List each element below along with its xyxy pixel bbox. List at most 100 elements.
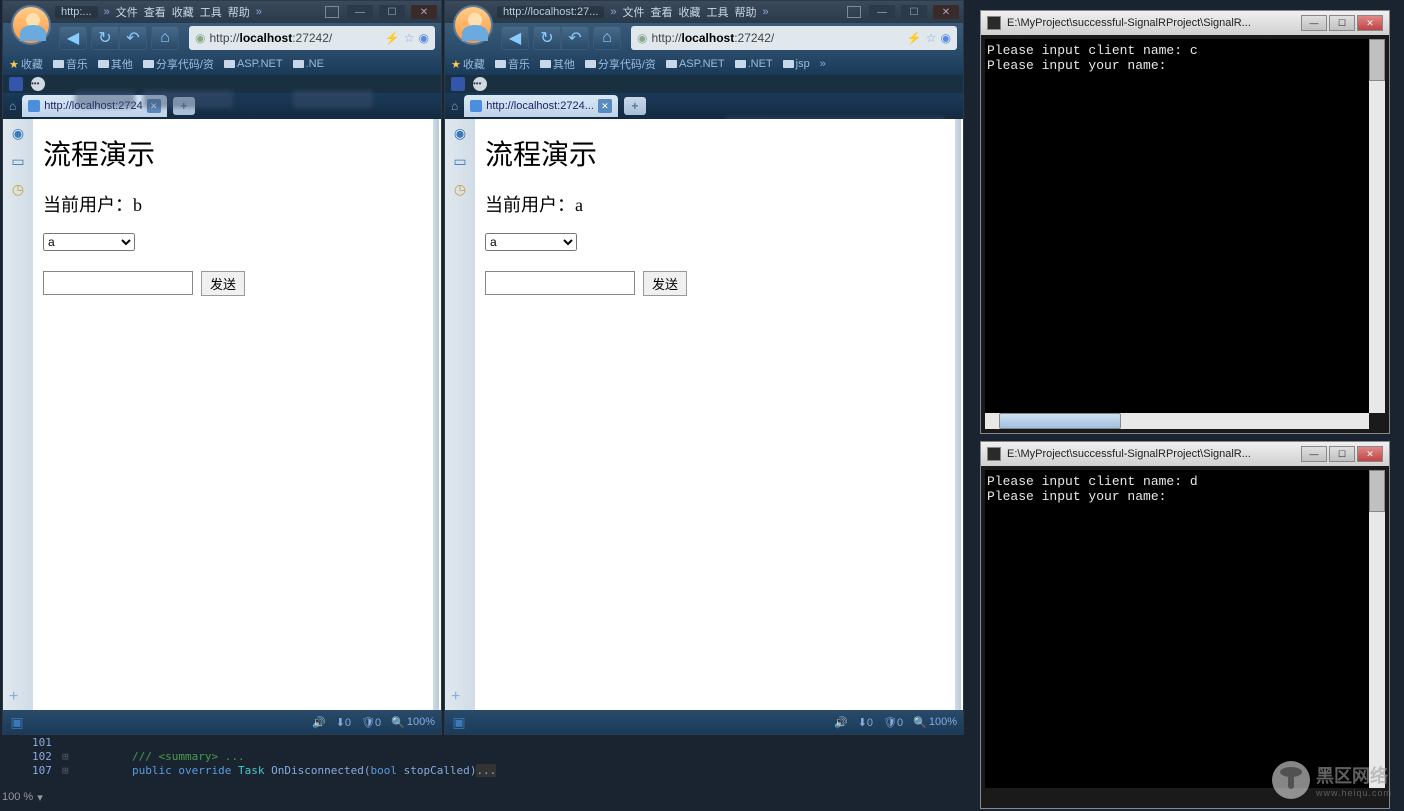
menu-file[interactable]: 文件 [116, 4, 138, 20]
bookmark-other[interactable]: 其他 [98, 56, 133, 72]
clock-icon[interactable]: ◷ [10, 181, 26, 197]
close-button[interactable]: ✕ [411, 5, 437, 19]
phone-icon[interactable]: ▭ [452, 153, 468, 169]
window-popup-icon[interactable] [847, 6, 861, 18]
scrollbar[interactable] [955, 119, 961, 710]
send-button[interactable]: 发送 [201, 271, 245, 296]
address-bar[interactable]: ◉ http://localhost:27242/ ⚡ ☆ ◉ [631, 26, 957, 50]
user-select[interactable]: a [43, 233, 135, 251]
bookmark-aspnet[interactable]: ASP.NET [224, 58, 283, 70]
window-popup-icon[interactable] [325, 6, 339, 18]
lightning-icon[interactable]: ⚡ [385, 31, 400, 45]
tab-active[interactable]: http://localhost:2724... ✕ [464, 95, 618, 117]
shield-badge[interactable]: 🛡0 [361, 716, 381, 729]
gear-icon[interactable]: ◉ [419, 31, 429, 45]
download-badge[interactable]: ⬇0 [858, 716, 873, 729]
download-badge[interactable]: ⬇0 [336, 716, 351, 729]
menu-view[interactable]: 查看 [144, 4, 166, 20]
vs-icon[interactable] [451, 77, 465, 91]
maximize-button[interactable]: ☐ [1329, 446, 1355, 462]
star-icon[interactable]: ☆ [404, 31, 415, 45]
refresh-button[interactable]: ↻ [91, 26, 119, 50]
home-icon[interactable]: ⌂ [451, 99, 458, 113]
menu-file[interactable]: 文件 [623, 4, 645, 20]
lightning-icon[interactable]: ⚡ [907, 31, 922, 45]
more-icon[interactable] [31, 77, 45, 91]
more-icon[interactable] [473, 77, 487, 91]
avatar-icon[interactable] [11, 5, 51, 45]
maximize-button[interactable]: ☐ [379, 5, 405, 19]
home-icon[interactable]: ⌂ [9, 99, 16, 113]
bookmark-fav[interactable]: ★收藏 [451, 56, 485, 72]
back-button[interactable]: ◀ [501, 26, 529, 50]
user-select[interactable]: a [485, 233, 577, 251]
vertical-scrollbar[interactable] [1369, 39, 1385, 413]
zoom-label[interactable]: 🔍100% [913, 716, 957, 729]
menu-tools[interactable]: 工具 [707, 4, 729, 20]
address-bar[interactable]: ◉ http://localhost:27242/ ⚡ ☆ ◉ [189, 26, 435, 50]
bookmark-music[interactable]: 音乐 [53, 56, 88, 72]
star-icon[interactable]: ☆ [926, 31, 937, 45]
chevron-right-icon[interactable]: » [104, 6, 110, 18]
chevron-right-icon[interactable]: » [256, 6, 262, 18]
menu-tools[interactable]: 工具 [200, 4, 222, 20]
bookmark-other[interactable]: 其他 [540, 56, 575, 72]
tab-close-icon[interactable]: ✕ [598, 99, 612, 113]
target-icon[interactable]: ◉ [10, 125, 26, 141]
menu-help[interactable]: 帮助 [735, 4, 757, 20]
shield-badge[interactable]: 🛡0 [883, 716, 903, 729]
message-input[interactable] [485, 271, 635, 295]
bookmark-aspnet[interactable]: ASP.NET [666, 58, 725, 70]
send-button[interactable]: 发送 [643, 271, 687, 296]
home-button[interactable]: ⌂ [151, 26, 179, 50]
new-tab-button[interactable]: + [624, 97, 646, 115]
home-button[interactable]: ⌂ [593, 26, 621, 50]
bookmark-share[interactable]: 分享代码/资 [585, 56, 656, 72]
vertical-scrollbar[interactable] [1369, 470, 1385, 788]
undo-button[interactable]: ↶ [119, 26, 147, 50]
back-button[interactable]: ◀ [59, 26, 87, 50]
bookmark-share[interactable]: 分享代码/资 [143, 56, 214, 72]
bookmark-jsp[interactable]: jsp [783, 58, 810, 70]
zoom-indicator[interactable]: 100 %▾ [2, 788, 43, 806]
minimize-button[interactable]: — [869, 5, 895, 19]
menu-fav[interactable]: 收藏 [172, 4, 194, 20]
bookmark-music[interactable]: 音乐 [495, 56, 530, 72]
minimize-button[interactable]: — [1301, 446, 1327, 462]
menu-view[interactable]: 查看 [651, 4, 673, 20]
horizontal-scrollbar[interactable] [985, 413, 1369, 429]
bookmark-net[interactable]: .NET [735, 58, 773, 70]
bookmark-net[interactable]: .NE [293, 58, 324, 70]
add-panel-icon[interactable]: + [9, 688, 18, 706]
app-icon[interactable]: ▣ [451, 714, 467, 730]
chevron-right-icon[interactable]: » [610, 6, 616, 18]
close-button[interactable]: ✕ [1357, 446, 1383, 462]
avatar-icon[interactable] [453, 5, 493, 45]
bookmark-fav[interactable]: ★收藏 [9, 56, 43, 72]
fold-gutter[interactable]: ⊞⊞ [62, 736, 69, 778]
message-input[interactable] [43, 271, 193, 295]
add-panel-icon[interactable]: + [451, 688, 460, 706]
phone-icon[interactable]: ▭ [10, 153, 26, 169]
close-button[interactable]: ✕ [1357, 15, 1383, 31]
refresh-button[interactable]: ↻ [533, 26, 561, 50]
target-icon[interactable]: ◉ [452, 125, 468, 141]
clock-icon[interactable]: ◷ [452, 181, 468, 197]
sound-icon[interactable]: 🔊 [834, 716, 848, 729]
undo-button[interactable]: ↶ [561, 26, 589, 50]
scrollbar[interactable] [433, 119, 439, 710]
zoom-label[interactable]: 🔍100% [391, 716, 435, 729]
close-button[interactable]: ✕ [933, 5, 959, 19]
menu-help[interactable]: 帮助 [228, 4, 250, 20]
chevron-right-icon[interactable]: » [763, 6, 769, 18]
menu-fav[interactable]: 收藏 [679, 4, 701, 20]
maximize-button[interactable]: ☐ [901, 5, 927, 19]
vs-icon[interactable] [9, 77, 23, 91]
minimize-button[interactable]: — [1301, 15, 1327, 31]
app-icon[interactable]: ▣ [9, 714, 25, 730]
minimize-button[interactable]: — [347, 5, 373, 19]
maximize-button[interactable]: ☐ [1329, 15, 1355, 31]
chevron-right-icon[interactable]: » [820, 58, 826, 70]
gear-icon[interactable]: ◉ [941, 31, 951, 45]
sound-icon[interactable]: 🔊 [312, 716, 326, 729]
